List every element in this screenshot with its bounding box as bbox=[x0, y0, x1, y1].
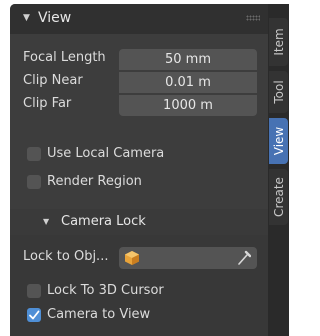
tab-tool-label: Tool bbox=[271, 80, 286, 104]
tab-tool[interactable]: Tool bbox=[269, 71, 288, 113]
drag-handle-icon[interactable] bbox=[246, 15, 260, 21]
sidebar-tabs: Item Tool View Create bbox=[268, 4, 289, 336]
camera-lock-title: Camera Lock bbox=[61, 214, 146, 229]
cube-icon bbox=[125, 251, 139, 265]
checkbox-box[interactable] bbox=[27, 284, 41, 298]
tab-create-label: Create bbox=[271, 177, 286, 217]
focal-length-label: Focal Length bbox=[23, 50, 106, 65]
tab-create[interactable]: Create bbox=[269, 169, 288, 225]
lock-to-3d-cursor-label: Lock To 3D Cursor bbox=[47, 283, 164, 298]
view-panel: ▼ View Focal Length 50 mm Clip Near 0.01… bbox=[10, 4, 268, 336]
check-icon bbox=[29, 310, 40, 320]
render-region-label: Render Region bbox=[47, 174, 142, 189]
clip-near-label: Clip Near bbox=[23, 73, 83, 88]
tab-item-label: Item bbox=[271, 28, 286, 56]
eyedropper-icon[interactable] bbox=[237, 250, 251, 266]
checkbox-box[interactable] bbox=[27, 308, 41, 322]
view-panel-title: View bbox=[38, 10, 72, 26]
checkbox-box[interactable] bbox=[27, 147, 41, 161]
clip-near-field[interactable]: 0.01 m bbox=[119, 72, 257, 93]
collapse-arrow-icon[interactable]: ▼ bbox=[23, 13, 30, 23]
view-panel-header[interactable]: ▼ View bbox=[10, 4, 268, 34]
camera-lock-header[interactable]: ▼ Camera Lock bbox=[10, 209, 268, 235]
collapse-arrow-icon[interactable]: ▼ bbox=[43, 217, 49, 226]
lock-to-object-label: Lock to Obj... bbox=[23, 249, 109, 264]
tab-view[interactable]: View bbox=[269, 118, 288, 164]
lock-to-object-field[interactable] bbox=[119, 247, 257, 269]
tab-item[interactable]: Item bbox=[269, 18, 288, 66]
focal-length-field[interactable]: 50 mm bbox=[119, 49, 257, 70]
tab-view-label: View bbox=[271, 126, 286, 156]
clip-far-field[interactable]: 1000 m bbox=[119, 95, 257, 116]
clip-far-label: Clip Far bbox=[23, 96, 72, 111]
checkbox-box[interactable] bbox=[27, 175, 41, 189]
use-local-camera-label: Use Local Camera bbox=[47, 146, 165, 161]
camera-to-view-label: Camera to View bbox=[47, 307, 151, 322]
